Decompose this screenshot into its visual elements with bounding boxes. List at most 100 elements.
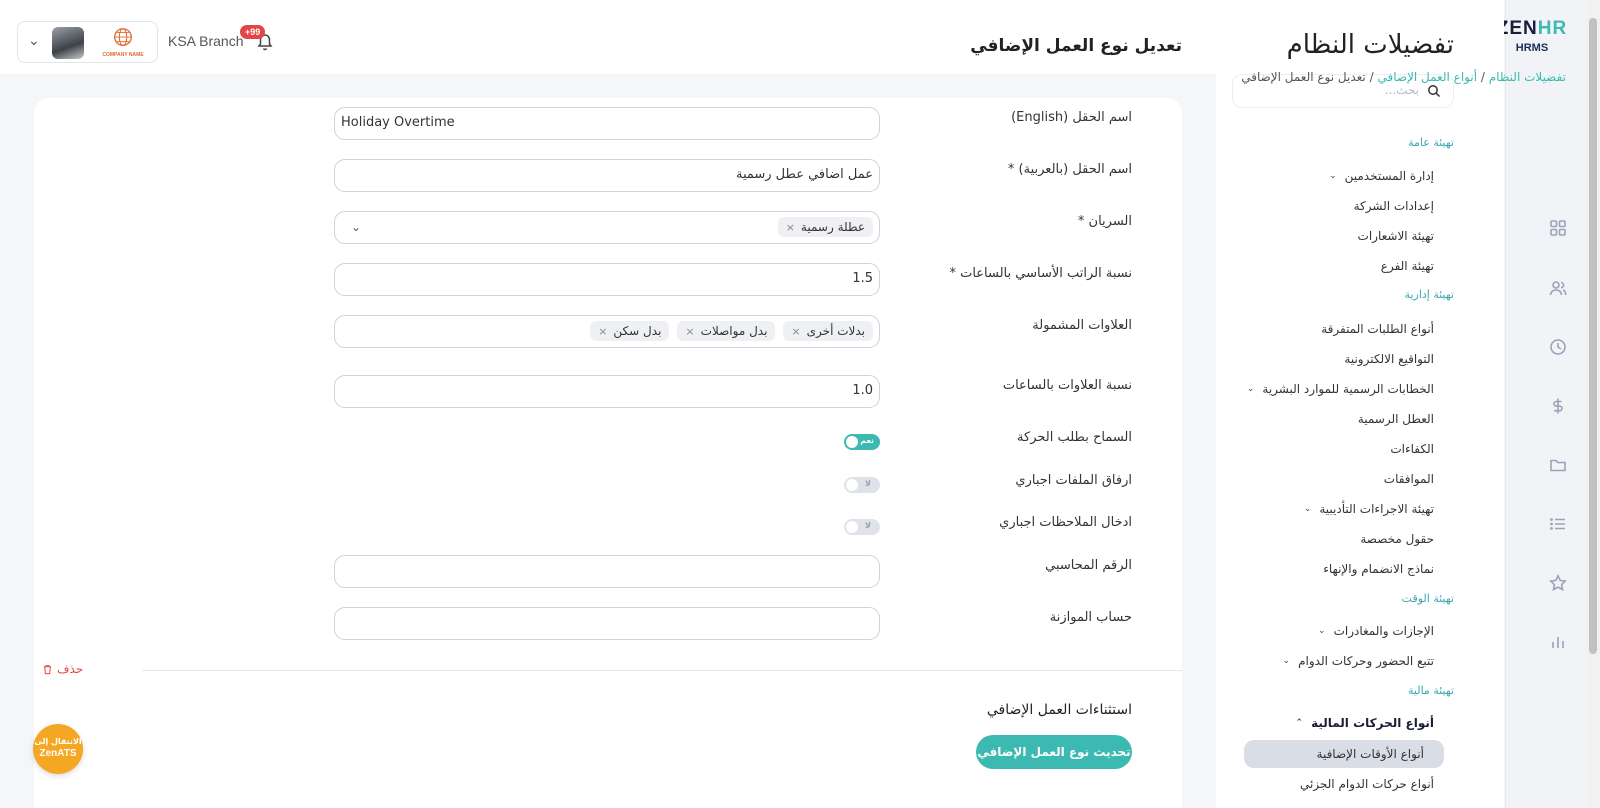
nav-custom-fields[interactable]: حقول مخصصة bbox=[1360, 532, 1434, 546]
label-notes-required: ادخال الملاحظات اجباري bbox=[999, 515, 1132, 530]
nav-overtime-types[interactable]: أنواع الأوقات الإضافية bbox=[1244, 740, 1444, 768]
nav-onboarding[interactable]: نماذج الانضمام والإنهاء bbox=[1323, 562, 1434, 576]
chip-other-allowances: بدلات أخرى × bbox=[783, 321, 873, 341]
allow-request-toggle[interactable]: نعم bbox=[844, 434, 880, 450]
remove-chip-icon[interactable]: × bbox=[685, 325, 694, 338]
label-name-ar: اسم الحقل (بالعربية) * bbox=[1007, 162, 1132, 177]
group-admin: تهيئة إدارية bbox=[1404, 288, 1454, 301]
chevron-down-icon: ⌄ bbox=[1303, 504, 1312, 514]
nav-part-time[interactable]: أنواع حركات الدوام الجزئي bbox=[1300, 777, 1434, 791]
clock-icon[interactable] bbox=[1548, 337, 1568, 357]
company-logo: COMPANY NAME bbox=[98, 26, 148, 60]
zenats-button[interactable]: الانتقال إلى ZenATS bbox=[33, 724, 83, 774]
delete-label: حذف bbox=[57, 662, 84, 676]
chevron-down-icon: ⌄ bbox=[1318, 626, 1326, 636]
budget-account-field[interactable] bbox=[334, 607, 880, 640]
chip-transport-allowance: بدل مواصلات × bbox=[677, 321, 776, 341]
nav-misc-requests[interactable]: أنواع الطلبات المتفرقة bbox=[1321, 322, 1434, 336]
label-base-rate: نسبة الراتب الأساسي بالساعات * bbox=[949, 266, 1132, 281]
chevron-down-icon[interactable]: ⌄ bbox=[351, 220, 361, 234]
page-title: تعديل نوع العمل الإضافي bbox=[970, 36, 1182, 56]
remove-chip-icon[interactable]: × bbox=[791, 325, 800, 338]
chevron-up-icon: ⌃ bbox=[1295, 718, 1304, 728]
dollar-icon[interactable] bbox=[1548, 396, 1568, 416]
chevron-down-icon: ⌄ bbox=[1329, 171, 1337, 181]
chevron-down-icon: ⌄ bbox=[28, 33, 40, 49]
label-allowances: العلاوات المشمولة bbox=[1032, 318, 1132, 333]
breadcrumb-current: تعديل نوع العمل الإضافي bbox=[1241, 70, 1366, 84]
top-header: تعديل نوع العمل الإضافي ⌄ COMPANY NAME K… bbox=[0, 0, 1216, 74]
label-name-en: اسم الحقل (English) bbox=[1011, 110, 1132, 125]
trash-icon bbox=[43, 664, 52, 674]
applies-select[interactable]: عطلة رسمية × ⌄ bbox=[334, 211, 880, 244]
group-finance: تهيئة مالية bbox=[1408, 684, 1454, 697]
breadcrumb: تفضيلات النظام / أنواع العمل الإضافي / ت… bbox=[1241, 70, 1566, 84]
allowances-select[interactable]: بدلات أخرى × بدل مواصلات × بدل سكن × bbox=[334, 315, 880, 348]
divider bbox=[142, 670, 1182, 671]
chip-housing-allowance: بدل سكن × bbox=[590, 321, 670, 341]
update-button[interactable]: تحديث نوع العمل الإضافي bbox=[976, 735, 1132, 769]
nav-e-signatures[interactable]: التواقيع الالكترونية bbox=[1344, 352, 1434, 366]
zenhr-logo[interactable]: ZENHR HRMS bbox=[1496, 18, 1568, 54]
chevron-down-icon: ⌄ bbox=[1246, 384, 1255, 394]
base-rate-field[interactable] bbox=[334, 263, 880, 296]
label-attach-required: ارفاق الملفات اجباري bbox=[1015, 473, 1132, 488]
notes-required-toggle[interactable]: لا bbox=[844, 519, 880, 535]
nav-leaves[interactable]: الإجازات والمغادرات ⌄ bbox=[1318, 624, 1434, 638]
label-applies: السريان * bbox=[1077, 214, 1132, 229]
list-icon[interactable] bbox=[1548, 514, 1568, 534]
name-en-input[interactable] bbox=[341, 115, 871, 130]
scrollbar-track[interactable] bbox=[1586, 0, 1600, 808]
breadcrumb-parent[interactable]: أنواع العمل الإضافي bbox=[1377, 70, 1477, 84]
grid-icon[interactable] bbox=[1548, 218, 1568, 238]
name-en-field[interactable] bbox=[334, 107, 880, 140]
accounting-no-field[interactable] bbox=[334, 555, 880, 588]
allowance-rate-input[interactable] bbox=[343, 383, 873, 398]
star-icon[interactable] bbox=[1548, 573, 1568, 593]
form-card: اسم الحقل (English) اسم الحقل (بالعربية)… bbox=[34, 98, 1182, 808]
nav-holidays[interactable]: العطل الرسمية bbox=[1358, 412, 1434, 426]
settings-title: تفضيلات النظام bbox=[1286, 30, 1454, 60]
nav-company-settings[interactable]: إعدادات الشركة bbox=[1354, 199, 1434, 213]
users-icon[interactable] bbox=[1548, 278, 1568, 298]
nav-notifications[interactable]: تهيئة الاشعارات bbox=[1358, 229, 1434, 243]
name-ar-input[interactable] bbox=[343, 167, 873, 182]
nav-competencies[interactable]: الكفاءات bbox=[1390, 442, 1434, 456]
bar-chart-icon[interactable] bbox=[1548, 632, 1568, 652]
delete-link[interactable]: حذف bbox=[42, 662, 83, 676]
label-accounting-no: الرقم المحاسبي bbox=[1045, 558, 1132, 573]
folder-icon[interactable] bbox=[1548, 455, 1568, 475]
globe-icon bbox=[114, 28, 132, 47]
branch-name: KSA Branch bbox=[168, 33, 244, 49]
settings-sidebar: تفضيلات النظام تهيئة عامة إدارة المستخدم… bbox=[1216, 0, 1504, 808]
breadcrumb-root[interactable]: تفضيلات النظام bbox=[1489, 70, 1566, 84]
group-time: تهيئة الوقت bbox=[1401, 592, 1454, 605]
nav-financial-types[interactable]: أنواع الحركات المالية ⌃ bbox=[1296, 716, 1434, 730]
group-general: تهيئة عامة bbox=[1408, 136, 1454, 149]
nav-user-management[interactable]: إدارة المستخدمين ⌄ bbox=[1329, 169, 1434, 183]
scrollbar-thumb[interactable] bbox=[1589, 18, 1597, 654]
base-rate-input[interactable] bbox=[343, 271, 873, 286]
allowance-rate-field[interactable] bbox=[334, 375, 880, 408]
attach-required-toggle[interactable]: لا bbox=[844, 477, 880, 493]
chevron-down-icon: ⌄ bbox=[1282, 656, 1291, 666]
nav-approvals[interactable]: الموافقات bbox=[1384, 472, 1434, 486]
nav-branch[interactable]: تهيئة الفرع bbox=[1381, 259, 1434, 273]
search-input[interactable] bbox=[1249, 83, 1419, 97]
label-allowance-rate: نسبة العلاوات بالساعات bbox=[1002, 378, 1132, 393]
nav-attendance[interactable]: تتبع الحضور وحركات الدوام ⌄ bbox=[1283, 654, 1434, 668]
search-icon bbox=[1428, 85, 1441, 98]
nav-disciplinary[interactable]: تهيئة الاجراءات التأديبية ⌄ bbox=[1304, 502, 1434, 516]
remove-chip-icon[interactable]: × bbox=[786, 221, 795, 234]
budget-account-input[interactable] bbox=[343, 615, 873, 630]
notification-badge[interactable]: +99 bbox=[240, 25, 266, 39]
remove-chip-icon[interactable]: × bbox=[598, 325, 607, 338]
branch-switcher[interactable]: ⌄ COMPANY NAME bbox=[17, 21, 158, 63]
label-budget-account: حساب الموازنة bbox=[1049, 610, 1132, 625]
avatar[interactable] bbox=[52, 27, 84, 59]
name-ar-field[interactable] bbox=[334, 159, 880, 192]
nav-hr-letters[interactable]: الخطابات الرسمية للموارد البشرية ⌄ bbox=[1247, 382, 1434, 396]
exceptions-title: استثناءات العمل الإضافي bbox=[986, 702, 1132, 718]
accounting-no-input[interactable] bbox=[343, 563, 873, 578]
chip-holiday: عطلة رسمية × bbox=[777, 217, 873, 237]
